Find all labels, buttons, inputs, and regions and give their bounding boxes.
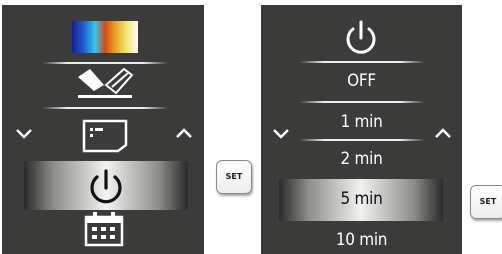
set-button-right[interactable]: SET: [470, 185, 502, 219]
option-off[interactable]: OFF: [261, 71, 462, 91]
chevron-down-icon[interactable]: [271, 127, 291, 139]
power-icon: [90, 169, 122, 204]
option-5-min[interactable]: 5 min: [261, 189, 462, 209]
selected-menu-item[interactable]: [24, 161, 188, 210]
separator: [299, 101, 425, 103]
power-icon: [346, 20, 376, 54]
color-palette-icon[interactable]: [72, 21, 138, 53]
calendar-icon[interactable]: [84, 211, 124, 247]
separator: [42, 107, 168, 109]
set-button-left[interactable]: SET: [216, 160, 252, 194]
measurement-icon[interactable]: [74, 67, 136, 99]
auto-off-menu-panel: OFF 1 min 2 min 5 min 10 min: [261, 5, 462, 254]
chevron-up-icon[interactable]: [174, 127, 194, 139]
option-1-min[interactable]: 1 min: [261, 112, 462, 132]
chevron-down-icon[interactable]: [14, 127, 34, 139]
display-card-icon[interactable]: [82, 119, 128, 153]
separator: [42, 62, 168, 64]
option-10-min[interactable]: 10 min: [261, 230, 462, 250]
separator: [299, 139, 425, 141]
separator: [299, 61, 425, 63]
chevron-up-icon[interactable]: [433, 127, 453, 139]
option-2-min[interactable]: 2 min: [261, 149, 462, 169]
left-menu-panel: [2, 5, 204, 254]
